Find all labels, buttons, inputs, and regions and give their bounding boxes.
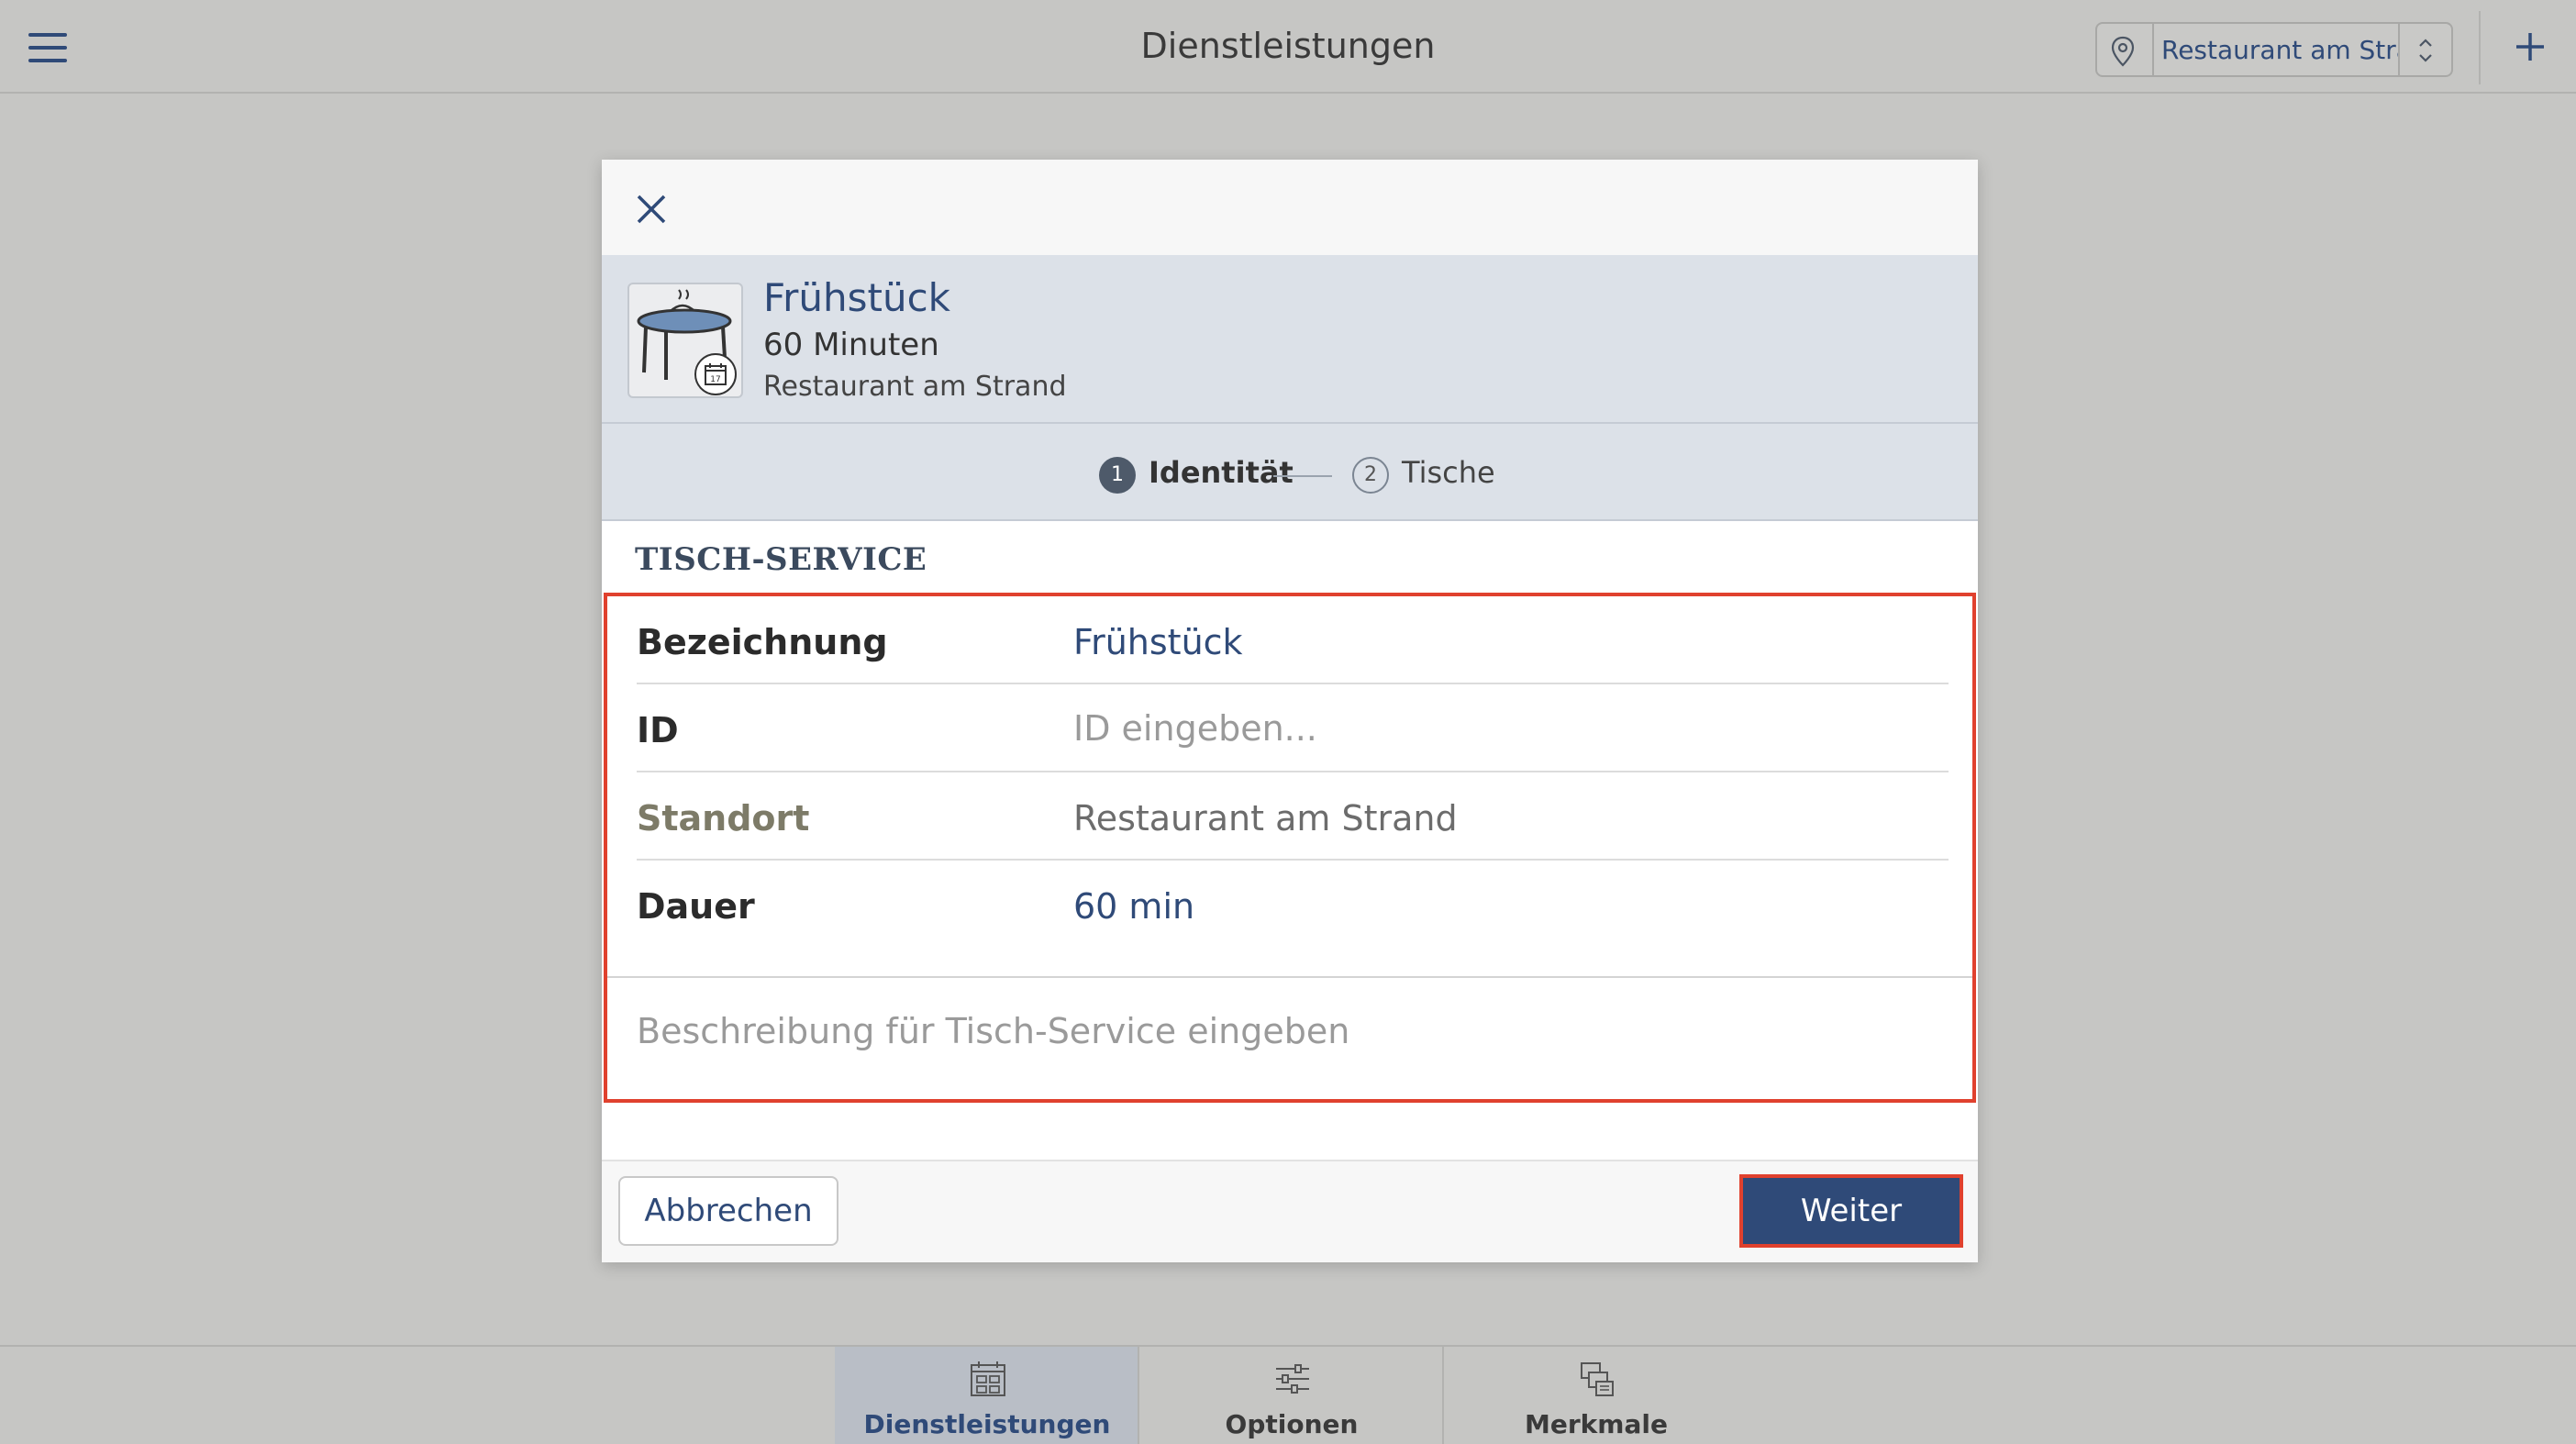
- tab-features-label: Merkmale: [1525, 1409, 1668, 1439]
- form-row-location: Standort Restaurant am Strand: [637, 772, 1949, 861]
- cancel-button[interactable]: Abbrechen: [618, 1176, 838, 1246]
- location-value: Restaurant am Strand: [1073, 798, 1458, 839]
- calendar-badge-text: 17: [710, 375, 720, 384]
- step-1-label[interactable]: Identität: [1149, 455, 1294, 490]
- tab-services-label: Dienstleistungen: [863, 1409, 1111, 1439]
- location-label: Standort: [637, 798, 810, 839]
- location-select[interactable]: Restaurant am Stra...: [2095, 22, 2453, 77]
- name-label: Bezeichnung: [637, 622, 888, 662]
- tab-options[interactable]: Optionen: [1139, 1347, 1444, 1444]
- service-name: Frühstück: [763, 275, 950, 320]
- form-row-duration[interactable]: Dauer 60 min: [637, 861, 1949, 949]
- location-pin-icon: [2111, 36, 2135, 67]
- location-select-value: Restaurant am Stra...: [2161, 35, 2400, 65]
- section-title: TISCH-SERVICE: [635, 541, 927, 578]
- step-2-number[interactable]: 2: [1352, 457, 1389, 494]
- cubes-icon: [1581, 1362, 1614, 1396]
- dialog-header: [602, 160, 1978, 255]
- id-label: ID: [637, 710, 679, 750]
- bottom-tab-bar: Dienstleistungen Optionen Merkmale: [0, 1345, 2576, 1444]
- duration-label: Dauer: [637, 886, 755, 927]
- description-field[interactable]: [637, 994, 1939, 1086]
- duration-value[interactable]: 60 min: [1073, 886, 1194, 927]
- wizard-stepper: 1 Identität 2 Tische: [602, 424, 1978, 521]
- step-2-label[interactable]: Tische: [1402, 455, 1495, 490]
- create-service-dialog: 17 Frühstück 60 Minuten Restaurant am St…: [602, 160, 1978, 1262]
- close-icon[interactable]: [635, 193, 668, 226]
- service-form: Bezeichnung Frühstück ID Standort Restau…: [604, 593, 1976, 1103]
- form-row-id[interactable]: ID: [637, 684, 1949, 772]
- dialog-footer: Abbrechen Weiter: [602, 1160, 1978, 1262]
- id-input[interactable]: [1073, 701, 1936, 756]
- service-summary: 17 Frühstück 60 Minuten Restaurant am St…: [602, 255, 1978, 424]
- table-calendar-icon: 17: [627, 283, 743, 398]
- up-down-chevron-icon: [2419, 39, 2432, 62]
- toolbar-divider: [2479, 11, 2481, 84]
- location-select-divider: [2152, 24, 2154, 75]
- calendar-grid-icon: [971, 1361, 1005, 1396]
- tab-features[interactable]: Merkmale: [1444, 1347, 1749, 1444]
- step-1-number[interactable]: 1: [1099, 457, 1136, 494]
- stepper-connector: [1273, 475, 1332, 477]
- location-select-divider: [2398, 24, 2400, 75]
- name-value[interactable]: Frühstück: [1073, 622, 1243, 662]
- tab-options-label: Optionen: [1225, 1409, 1359, 1439]
- description-divider: [607, 976, 1972, 978]
- service-location: Restaurant am Strand: [763, 371, 1067, 403]
- plus-icon[interactable]: [2514, 30, 2547, 63]
- top-bar: Dienstleistungen Restaurant am Stra...: [0, 0, 2576, 94]
- form-row-name[interactable]: Bezeichnung Frühstück: [637, 596, 1949, 684]
- service-duration: 60 Minuten: [763, 327, 939, 363]
- tab-services[interactable]: Dienstleistungen: [835, 1347, 1139, 1444]
- sliders-icon: [1276, 1364, 1309, 1394]
- next-button[interactable]: Weiter: [1739, 1174, 1963, 1248]
